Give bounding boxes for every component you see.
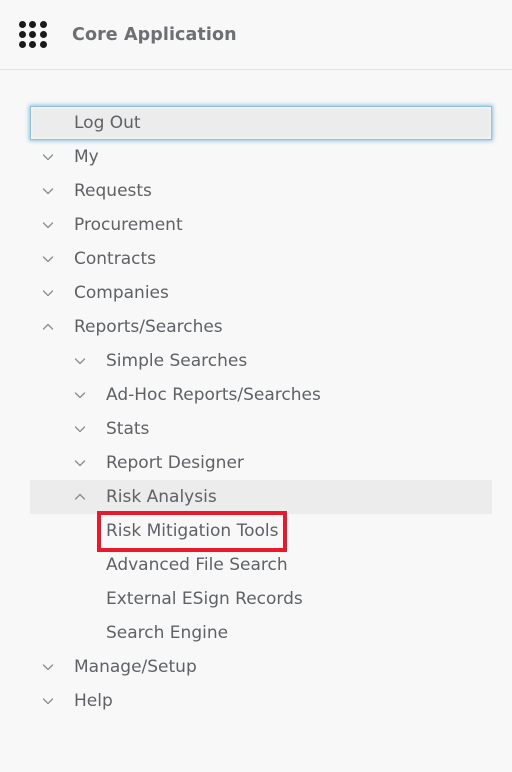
nav-item-contracts[interactable]: Contracts: [0, 242, 512, 276]
page-title: Core Application: [72, 24, 237, 45]
nav-item-label: Manage/Setup: [74, 656, 197, 677]
chevron-up-icon[interactable]: [73, 490, 87, 504]
nav-item-label: Log Out: [74, 112, 141, 133]
nav-item-label: Companies: [74, 282, 169, 303]
nav-item-label: Advanced File Search: [106, 554, 288, 575]
nav-item-stats[interactable]: Stats: [0, 412, 512, 446]
nav-item-label: Risk Analysis: [106, 486, 217, 507]
nav-item-log-out[interactable]: Log Out: [0, 106, 512, 140]
chevron-down-icon[interactable]: [41, 150, 55, 164]
nav-item-label: Reports/Searches: [74, 316, 223, 337]
chevron-down-icon[interactable]: [41, 218, 55, 232]
nav-item-background: [30, 480, 492, 514]
nav-item-requests[interactable]: Requests: [0, 174, 512, 208]
nav-item-risk-analysis[interactable]: Risk Analysis: [0, 480, 512, 514]
nav-item-report-designer[interactable]: Report Designer: [0, 446, 512, 480]
nav-item-manage-setup[interactable]: Manage/Setup: [0, 650, 512, 684]
app-header: Core Application: [0, 0, 512, 70]
chevron-down-icon[interactable]: [73, 422, 87, 436]
nav-item-advanced-file-search[interactable]: Advanced File Search: [0, 548, 512, 582]
application-window: Core Application Log Out My Requests Procur…: [0, 0, 512, 772]
chevron-down-icon[interactable]: [41, 184, 55, 198]
nav-item-procurement[interactable]: Procurement: [0, 208, 512, 242]
nav-item-label: Simple Searches: [106, 350, 248, 371]
nav-item-risk-mitigation-tools[interactable]: Risk Mitigation Tools: [0, 514, 512, 548]
nav-item-companies[interactable]: Companies: [0, 276, 512, 310]
nav-item-label: My: [74, 146, 99, 167]
chevron-down-icon[interactable]: [41, 694, 55, 708]
nav-item-background: [30, 446, 492, 480]
nav-item-background: [30, 616, 492, 650]
nav-item-label: Ad-Hoc Reports/Searches: [106, 384, 321, 405]
chevron-up-icon[interactable]: [41, 320, 55, 334]
nav-item-reports-searches[interactable]: Reports/Searches: [0, 310, 512, 344]
nav-item-background: [30, 412, 492, 446]
nav-item-label: Report Designer: [106, 452, 244, 473]
chevron-down-icon[interactable]: [41, 660, 55, 674]
nav-item-background: [30, 344, 492, 378]
nav-item-label: Requests: [74, 180, 152, 201]
main-navigation-menu: Log Out My Requests Procurement Contracts Com…: [0, 70, 512, 718]
grid-3x3-icon[interactable]: [16, 18, 50, 52]
chevron-down-icon[interactable]: [73, 388, 87, 402]
nav-item-ad-hoc-reports-searches[interactable]: Ad-Hoc Reports/Searches: [0, 378, 512, 412]
chevron-down-icon[interactable]: [41, 252, 55, 266]
nav-item-label: External ESign Records: [106, 588, 303, 609]
nav-item-label: Contracts: [74, 248, 156, 269]
nav-item-background: [30, 140, 492, 174]
chevron-down-icon[interactable]: [73, 456, 87, 470]
nav-item-my[interactable]: My: [0, 140, 512, 174]
nav-item-label: Procurement: [74, 214, 183, 235]
nav-item-label: Help: [74, 690, 113, 711]
nav-item-external-esign-records[interactable]: External ESign Records: [0, 582, 512, 616]
nav-item-label: Risk Mitigation Tools: [106, 520, 279, 541]
nav-item-simple-searches[interactable]: Simple Searches: [0, 344, 512, 378]
nav-item-search-engine[interactable]: Search Engine: [0, 616, 512, 650]
chevron-down-icon[interactable]: [41, 286, 55, 300]
nav-item-label: Search Engine: [106, 622, 229, 643]
nav-item-label: Stats: [106, 418, 150, 439]
nav-item-help[interactable]: Help: [0, 684, 512, 718]
chevron-down-icon[interactable]: [73, 354, 87, 368]
